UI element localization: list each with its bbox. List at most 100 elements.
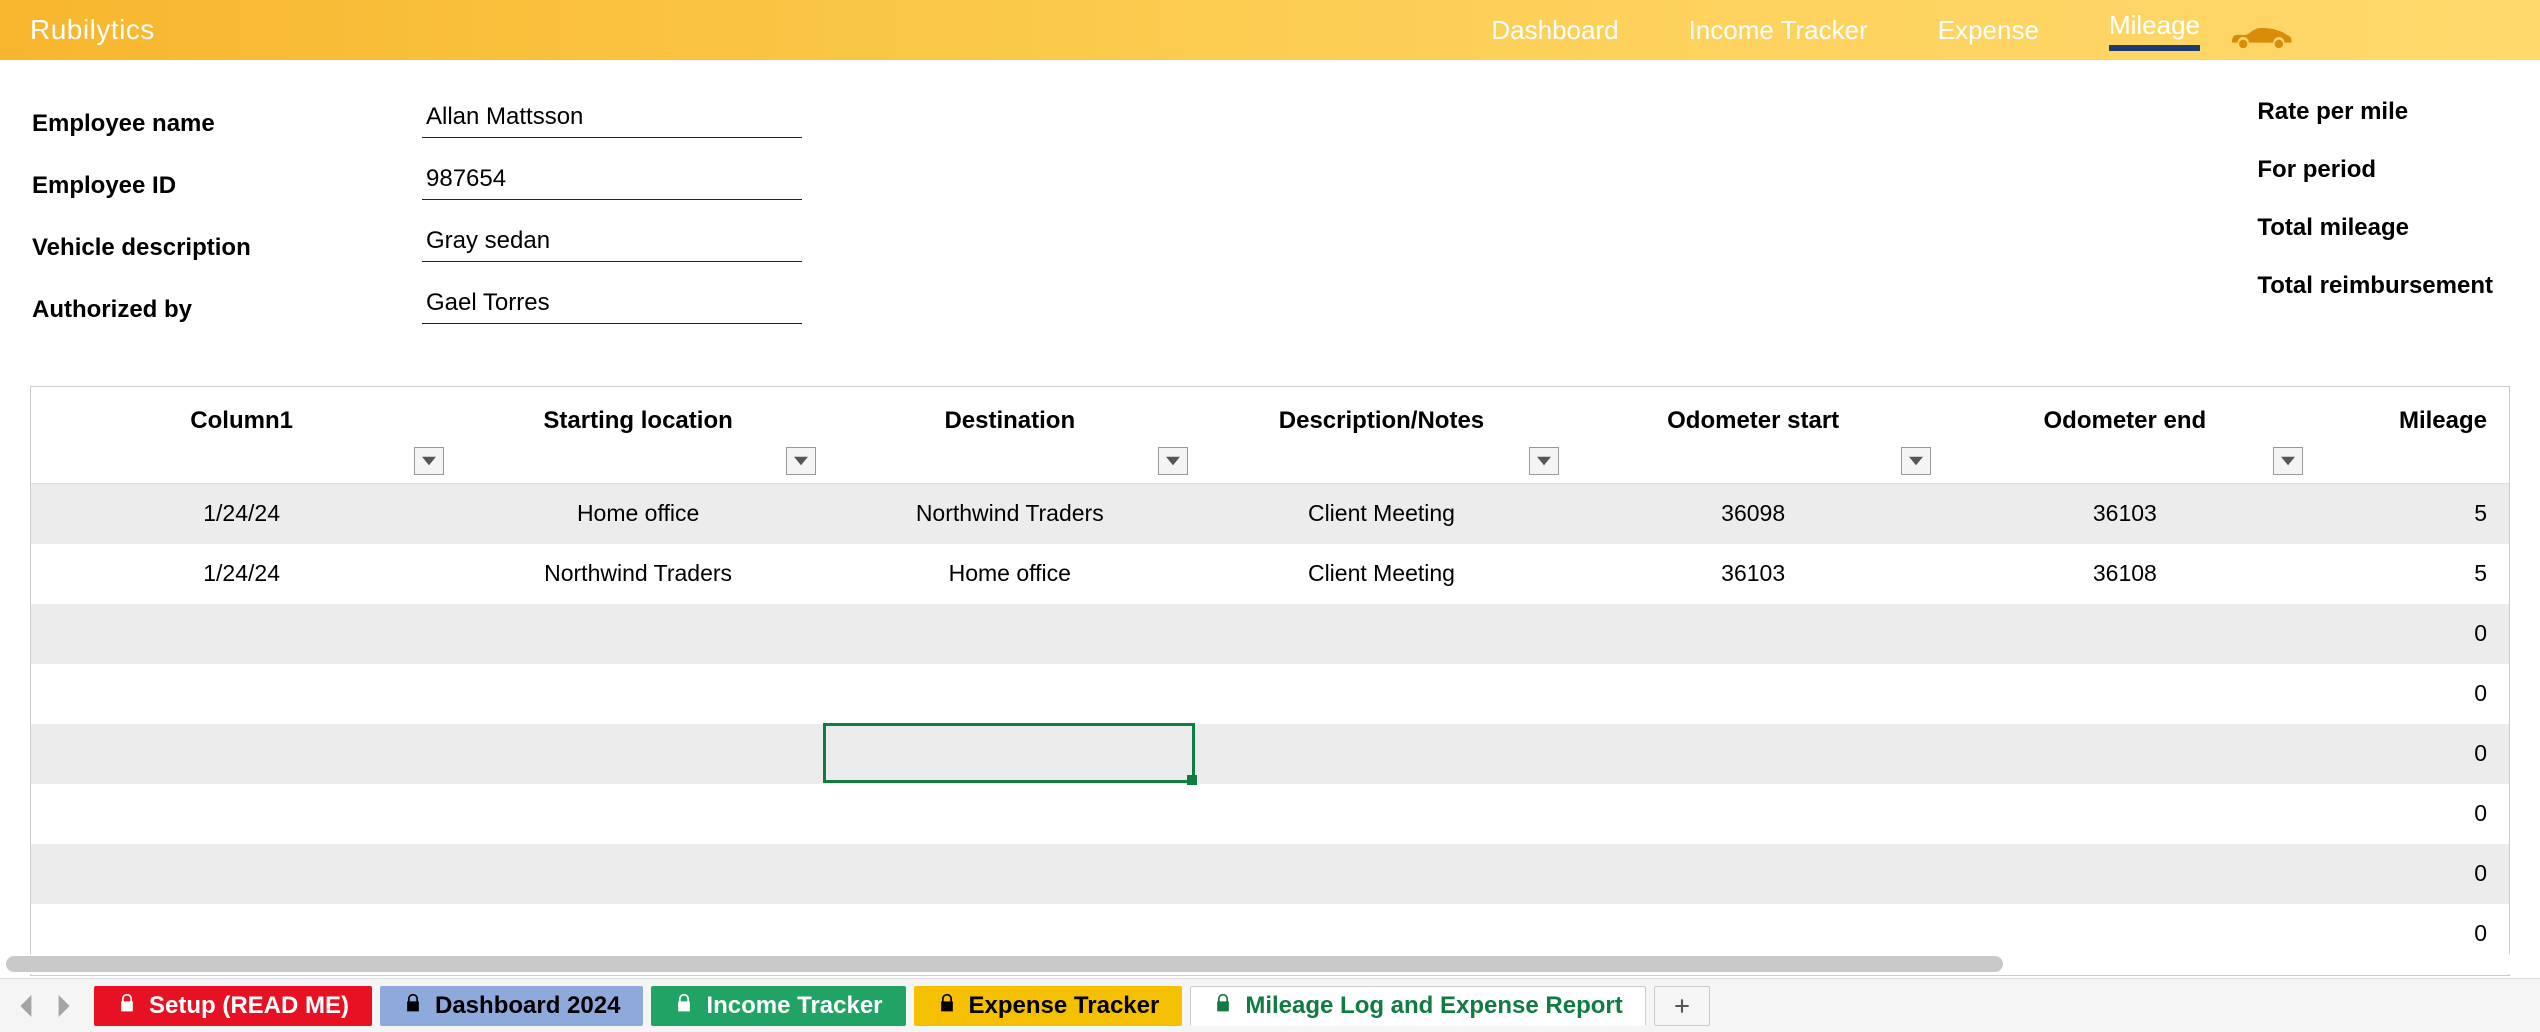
table-row[interactable]: 1/24/24Northwind TradersHome officeClien…: [31, 544, 2509, 604]
cell[interactable]: [1567, 604, 1939, 664]
cell[interactable]: 5: [2311, 484, 2509, 544]
cell[interactable]: 0: [2311, 844, 2509, 904]
brand-title: Rubilytics: [30, 14, 155, 46]
th-label: Odometer end: [2043, 407, 2206, 434]
th-label: Mileage: [2399, 407, 2487, 434]
cell[interactable]: [1567, 784, 1939, 844]
cell[interactable]: [1939, 724, 2311, 784]
cell[interactable]: Home office: [452, 484, 824, 544]
filter-button[interactable]: [786, 447, 816, 475]
cell[interactable]: Northwind Traders: [452, 544, 824, 604]
cell[interactable]: [1939, 844, 2311, 904]
cell[interactable]: [1196, 664, 1568, 724]
table-row[interactable]: 0: [31, 724, 2509, 784]
lock-icon: [937, 992, 957, 1020]
cell[interactable]: [1196, 724, 1568, 784]
cell[interactable]: [31, 724, 452, 784]
cell[interactable]: [824, 604, 1196, 664]
cell[interactable]: [1939, 604, 2311, 664]
th-mileage[interactable]: Mileage: [2311, 387, 2509, 484]
table-row[interactable]: 1/24/24Home officeNorthwind TradersClien…: [31, 484, 2509, 544]
tab-dashboard-2024[interactable]: Dashboard 2024: [380, 986, 643, 1026]
mileage-table-wrap: Column1 Starting location Destination De…: [30, 386, 2510, 976]
th-label: Description/Notes: [1279, 407, 1484, 434]
cell[interactable]: 0: [2311, 724, 2509, 784]
label-employee-id: Employee ID: [32, 172, 422, 200]
cell[interactable]: [452, 844, 824, 904]
tab-mileage-log[interactable]: Mileage Log and Expense Report: [1190, 986, 1645, 1026]
cell[interactable]: 36098: [1567, 484, 1939, 544]
cell[interactable]: Northwind Traders: [824, 484, 1196, 544]
tab-setup[interactable]: Setup (READ ME): [94, 986, 372, 1026]
th-column1[interactable]: Column1: [31, 387, 452, 484]
cell[interactable]: 0: [2311, 664, 2509, 724]
cell[interactable]: 36103: [1939, 484, 2311, 544]
cell[interactable]: [452, 784, 824, 844]
th-destination[interactable]: Destination: [824, 387, 1196, 484]
nav-income-tracker[interactable]: Income Tracker: [1689, 15, 1868, 46]
filter-button[interactable]: [1901, 447, 1931, 475]
table-row[interactable]: 0: [31, 604, 2509, 664]
horizontal-scrollbar[interactable]: [0, 954, 2540, 974]
filter-button[interactable]: [1158, 447, 1188, 475]
cell[interactable]: [1567, 844, 1939, 904]
cell[interactable]: [1567, 724, 1939, 784]
table-row[interactable]: 0: [31, 784, 2509, 844]
nav-mileage[interactable]: Mileage: [2109, 10, 2200, 51]
cell[interactable]: Home office: [824, 544, 1196, 604]
cell[interactable]: 36103: [1567, 544, 1939, 604]
scrollbar-track: [6, 954, 2534, 974]
cell[interactable]: 5: [2311, 544, 2509, 604]
nav-dashboard[interactable]: Dashboard: [1491, 15, 1618, 46]
sheet-next-icon[interactable]: [52, 995, 74, 1017]
cell[interactable]: [1196, 604, 1568, 664]
cell[interactable]: [1196, 784, 1568, 844]
cell[interactable]: 1/24/24: [31, 484, 452, 544]
value-authorized-by[interactable]: Gael Torres: [422, 289, 802, 324]
cell[interactable]: [31, 604, 452, 664]
nav-expense[interactable]: Expense: [1938, 15, 2039, 46]
th-odometer-end[interactable]: Odometer end: [1939, 387, 2311, 484]
cell[interactable]: [452, 664, 824, 724]
cell[interactable]: 1/24/24: [31, 544, 452, 604]
tab-add-sheet[interactable]: [1654, 986, 1710, 1026]
sheet-prev-icon[interactable]: [16, 995, 38, 1017]
label-vehicle-description: Vehicle description: [32, 234, 422, 262]
cell[interactable]: 0: [2311, 604, 2509, 664]
scrollbar-thumb[interactable]: [6, 956, 2003, 972]
th-label: Starting location: [543, 407, 732, 434]
cell[interactable]: [1196, 844, 1568, 904]
th-starting-location[interactable]: Starting location: [452, 387, 824, 484]
app-header: Rubilytics Dashboard Income Tracker Expe…: [0, 0, 2540, 60]
cell[interactable]: Client Meeting: [1196, 484, 1568, 544]
th-description[interactable]: Description/Notes: [1196, 387, 1568, 484]
table-row[interactable]: 0: [31, 844, 2509, 904]
cell[interactable]: [31, 844, 452, 904]
mileage-table[interactable]: Column1 Starting location Destination De…: [31, 387, 2509, 964]
filter-button[interactable]: [2273, 447, 2303, 475]
cell[interactable]: [824, 724, 1196, 784]
cell[interactable]: [824, 784, 1196, 844]
cell[interactable]: [824, 664, 1196, 724]
tab-income-tracker[interactable]: Income Tracker: [651, 986, 905, 1026]
cell[interactable]: [452, 724, 824, 784]
value-employee-id[interactable]: 987654: [422, 165, 802, 200]
filter-button[interactable]: [414, 447, 444, 475]
cell[interactable]: [31, 784, 452, 844]
cell[interactable]: [1939, 664, 2311, 724]
cell[interactable]: [1567, 664, 1939, 724]
cell[interactable]: [1939, 784, 2311, 844]
th-odometer-start[interactable]: Odometer start: [1567, 387, 1939, 484]
tab-expense-tracker[interactable]: Expense Tracker: [914, 986, 1183, 1026]
cell[interactable]: 0: [2311, 784, 2509, 844]
table-row[interactable]: 0: [31, 664, 2509, 724]
filter-button[interactable]: [1529, 447, 1559, 475]
table-header-row: Column1 Starting location Destination De…: [31, 387, 2509, 484]
cell[interactable]: Client Meeting: [1196, 544, 1568, 604]
cell[interactable]: 36108: [1939, 544, 2311, 604]
cell[interactable]: [31, 664, 452, 724]
value-vehicle-description[interactable]: Gray sedan: [422, 227, 802, 262]
cell[interactable]: [452, 604, 824, 664]
cell[interactable]: [824, 844, 1196, 904]
value-employee-name[interactable]: Allan Mattsson: [422, 103, 802, 138]
